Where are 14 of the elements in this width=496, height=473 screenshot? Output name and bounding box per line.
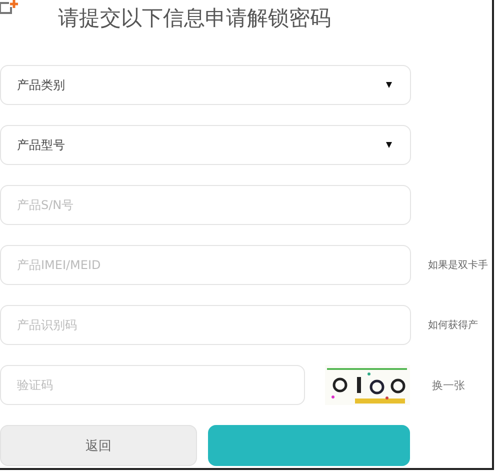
back-button[interactable]: 返回 (0, 425, 197, 466)
help-text: 如何获得产 (428, 318, 478, 332)
refresh-captcha-link[interactable]: 换一张 (432, 378, 465, 392)
page-title: 请提交以下信息申请解锁密码 (58, 5, 331, 32)
input-field[interactable]: 产品IMEI/MEID (0, 245, 411, 285)
help-text: 如果是双卡手 (428, 258, 488, 272)
dropdown-arrow-icon (386, 82, 392, 88)
add-icon[interactable] (0, 0, 20, 16)
dropdown[interactable]: 产品类别 (0, 65, 411, 105)
dropdown[interactable]: 产品型号 (0, 125, 411, 165)
input-field[interactable]: 产品识别码 (0, 305, 411, 345)
dropdown-arrow-icon (386, 142, 392, 148)
input-field[interactable]: 产品S/N号 (0, 185, 411, 225)
captcha-field[interactable]: 验证码 (0, 365, 305, 405)
